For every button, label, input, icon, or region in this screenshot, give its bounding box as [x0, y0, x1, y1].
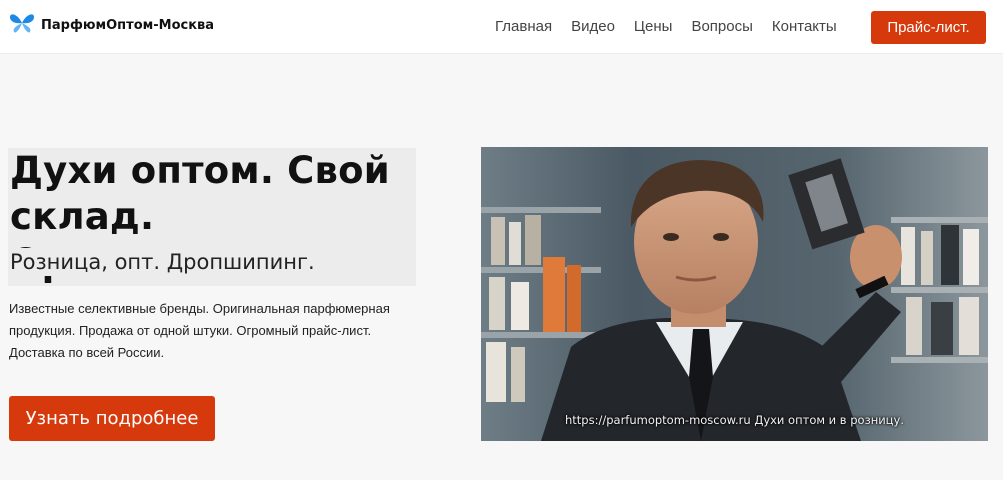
price-list-button[interactable]: Прайс-лист.	[871, 11, 986, 44]
nav-item-prices[interactable]: Цены	[634, 18, 673, 35]
nav-item-faq[interactable]: Вопросы	[691, 18, 752, 35]
learn-more-button[interactable]: Узнать подробнее	[9, 396, 215, 441]
nav-item-video[interactable]: Видео	[571, 18, 615, 35]
main-nav: Главная Видео Цены Вопросы Контакты	[495, 18, 856, 35]
top-navbar: ПарфюмОптом-Москва Главная Видео Цены Во…	[0, 0, 1003, 54]
nav-item-home[interactable]: Главная	[495, 18, 552, 35]
video-caption: https://parfumoptom-moscow.ru Духи оптом…	[565, 413, 904, 427]
promo-video[interactable]: https://parfumoptom-moscow.ru Духи оптом…	[481, 147, 988, 441]
hero-subtitle: Розница, опт. Дропшипинг.	[9, 248, 319, 276]
nav-item-contacts[interactable]: Контакты	[772, 18, 837, 35]
butterfly-icon	[9, 12, 35, 39]
hero-description: Известные селективные бренды. Оригинальн…	[9, 301, 390, 360]
video-frame-image	[481, 147, 988, 441]
brand-logo[interactable]: ПарфюмОптом-Москва	[9, 12, 214, 39]
brand-name: ПарфюмОптом-Москва	[41, 18, 215, 33]
